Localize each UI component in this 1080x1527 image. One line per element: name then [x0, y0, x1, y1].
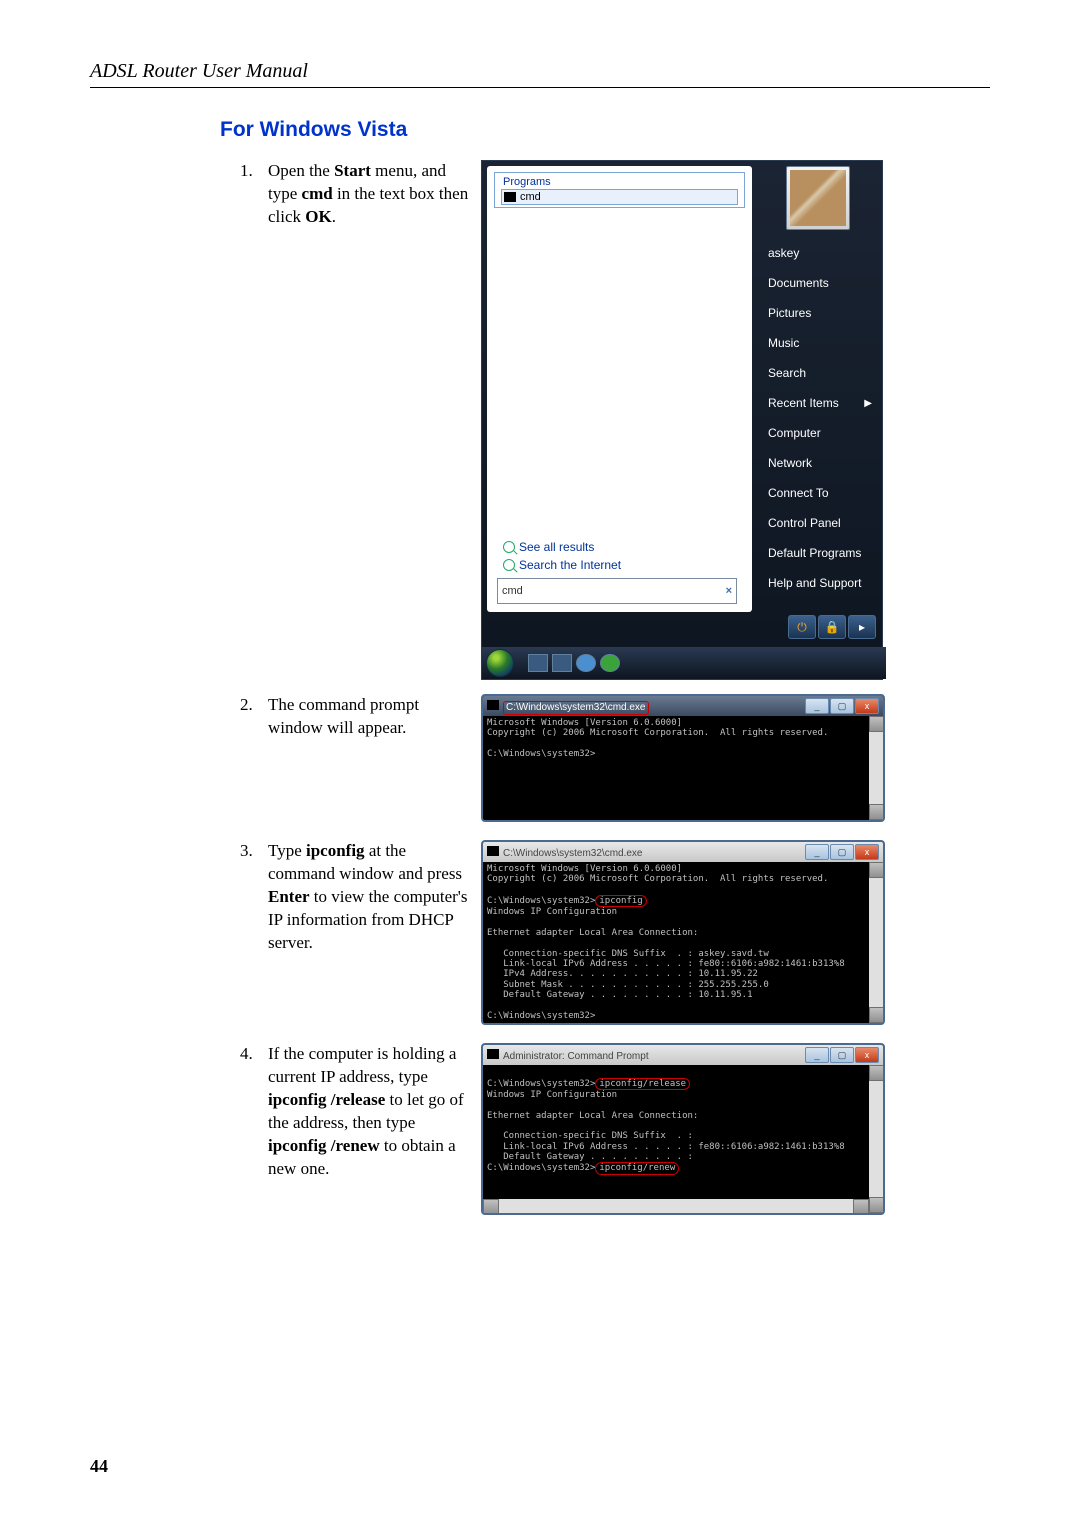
search-value: cmd: [502, 585, 523, 597]
start-right-item[interactable]: Computer: [760, 418, 876, 448]
vista-start-menu-screenshot: Programs cmd See all results Search the …: [481, 160, 883, 680]
window-title: C:\Windows\system32\cmd.exe: [503, 848, 643, 859]
cmd-result-label: cmd: [520, 191, 541, 203]
start-right-item[interactable]: Pictures: [760, 298, 876, 328]
step-number: 4.: [240, 1043, 268, 1066]
scrollbar-vertical[interactable]: [869, 1065, 883, 1213]
maximize-button[interactable]: ▢: [830, 844, 854, 860]
close-button[interactable]: x: [855, 698, 879, 714]
cmd-icon: [487, 846, 499, 856]
scrollbar-vertical[interactable]: [869, 862, 883, 1023]
start-right-item[interactable]: Network: [760, 448, 876, 478]
header-rule: [90, 87, 990, 88]
cmd-icon: [487, 1049, 499, 1059]
maximize-button[interactable]: ▢: [830, 1047, 854, 1063]
scrollbar-vertical[interactable]: [869, 716, 883, 820]
start-right-item[interactable]: askey: [760, 238, 876, 268]
maximize-button[interactable]: ▢: [830, 698, 854, 714]
cmd-window-screenshot: Administrator: Command Prompt _▢x C:\Win…: [481, 1043, 885, 1215]
start-right-item[interactable]: Connect To: [760, 478, 876, 508]
cmd-window-screenshot: C:\Windows\system32\cmd.exe _▢x Microsof…: [481, 694, 885, 822]
see-all-results[interactable]: See all results: [503, 540, 594, 554]
start-right-item[interactable]: Search: [760, 358, 876, 388]
window-title: C:\Windows\system32\cmd.exe: [503, 701, 649, 715]
cmd-search-result[interactable]: cmd: [501, 189, 738, 205]
wmp-icon[interactable]: [600, 654, 620, 672]
minimize-button[interactable]: _: [805, 1047, 829, 1063]
close-button[interactable]: x: [855, 844, 879, 860]
start-right-item[interactable]: Music: [760, 328, 876, 358]
cmd-output: Microsoft Windows [Version 6.0.6000] Cop…: [483, 862, 883, 1023]
page-number: 44: [90, 1456, 108, 1477]
cmd-window-screenshot: C:\Windows\system32\cmd.exe _▢x Microsof…: [481, 840, 885, 1025]
step-text: Type ipconfig at the command window and …: [268, 840, 481, 955]
taskbar: [482, 647, 886, 679]
close-button[interactable]: x: [855, 1047, 879, 1063]
power-button[interactable]: ⏻: [788, 615, 816, 639]
section-title: For Windows Vista: [220, 118, 990, 142]
minimize-button[interactable]: _: [805, 844, 829, 860]
user-picture-frame[interactable]: [786, 166, 850, 230]
search-icon: [503, 541, 515, 553]
clear-search-icon[interactable]: ×: [726, 585, 732, 597]
start-right-item[interactable]: Recent Items▶: [760, 388, 876, 418]
cmd-output: Microsoft Windows [Version 6.0.6000] Cop…: [483, 716, 883, 820]
step-number: 1.: [240, 160, 268, 183]
chevron-right-icon: ▶: [864, 398, 872, 409]
cmd-output: C:\Windows\system32>ipconfig/release Win…: [483, 1065, 883, 1199]
cmd-icon: [504, 192, 516, 202]
window-title: Administrator: Command Prompt: [503, 1051, 649, 1062]
step-number: 2.: [240, 694, 268, 717]
scrollbar-horizontal[interactable]: [483, 1199, 869, 1213]
start-right-item[interactable]: Default Programs: [760, 538, 876, 568]
taskbar-icon[interactable]: [528, 654, 548, 672]
step-number: 3.: [240, 840, 268, 863]
lock-button[interactable]: 🔒: [818, 615, 846, 639]
programs-label: Programs: [501, 176, 738, 188]
user-picture: [790, 170, 846, 226]
cmd-icon: [487, 700, 499, 710]
step-text: The command prompt window will appear.: [268, 694, 481, 740]
minimize-button[interactable]: _: [805, 698, 829, 714]
start-right-item[interactable]: Help and Support: [760, 568, 876, 598]
start-right-item[interactable]: Documents: [760, 268, 876, 298]
step-text: Open the Start menu, and type cmd in the…: [268, 160, 481, 229]
page-header: ADSL Router User Manual: [90, 60, 990, 83]
shutdown-options-button[interactable]: ▸: [848, 615, 876, 639]
start-right-item[interactable]: Control Panel: [760, 508, 876, 538]
start-search-box[interactable]: cmd ×: [497, 578, 737, 604]
start-orb[interactable]: [486, 649, 514, 677]
taskbar-icon[interactable]: [552, 654, 572, 672]
search-icon: [503, 559, 515, 571]
step-text: If the computer is holding a current IP …: [268, 1043, 481, 1181]
ie-icon[interactable]: [576, 654, 596, 672]
search-the-internet[interactable]: Search the Internet: [503, 558, 621, 572]
